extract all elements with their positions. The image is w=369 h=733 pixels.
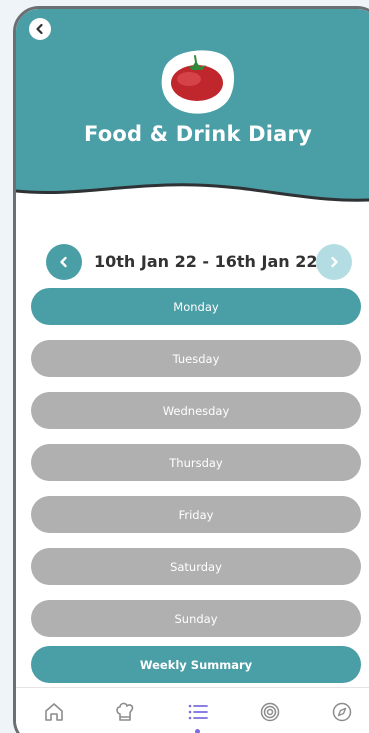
tomato-logo bbox=[161, 50, 235, 114]
tab-goals[interactable] bbox=[256, 698, 284, 726]
home-icon bbox=[45, 703, 63, 721]
target-icon bbox=[260, 702, 280, 722]
list-icon bbox=[188, 704, 208, 720]
day-button-wednesday[interactable]: Wednesday bbox=[31, 392, 361, 429]
selected-tab-indicator bbox=[195, 729, 200, 733]
day-button-tuesday[interactable]: Tuesday bbox=[31, 340, 361, 377]
header: Food & Drink Diary bbox=[16, 9, 369, 214]
tab-explore[interactable] bbox=[328, 698, 356, 726]
chevron-left-icon bbox=[60, 256, 67, 268]
tab-diary[interactable] bbox=[184, 698, 212, 733]
compass-icon bbox=[332, 702, 352, 722]
week-navigator: 10th Jan 22 - 16th Jan 22 bbox=[46, 242, 352, 280]
previous-week-button[interactable] bbox=[46, 244, 82, 280]
day-button-friday[interactable]: Friday bbox=[31, 496, 361, 533]
day-button-sunday[interactable]: Sunday bbox=[31, 600, 361, 637]
week-range-label: 10th Jan 22 - 16th Jan 22 bbox=[94, 252, 318, 271]
bottom-tab-bar bbox=[16, 687, 369, 733]
phone-frame: Food & Drink Diary 10th Jan 22 - 16th Ja… bbox=[13, 6, 369, 733]
page-title: Food & Drink Diary bbox=[84, 122, 312, 146]
next-week-button[interactable] bbox=[316, 244, 352, 280]
day-button-thursday[interactable]: Thursday bbox=[31, 444, 361, 481]
day-button-monday[interactable]: Monday bbox=[31, 288, 361, 325]
tab-recipes[interactable] bbox=[111, 698, 139, 726]
tab-home[interactable] bbox=[40, 698, 68, 726]
day-button-saturday[interactable]: Saturday bbox=[31, 548, 361, 585]
chevron-right-icon bbox=[331, 256, 338, 268]
chevron-left-icon bbox=[36, 23, 43, 35]
back-button[interactable] bbox=[29, 18, 51, 40]
weekly-summary-button[interactable]: Weekly Summary bbox=[31, 646, 361, 683]
chef-hat-icon bbox=[116, 702, 134, 721]
